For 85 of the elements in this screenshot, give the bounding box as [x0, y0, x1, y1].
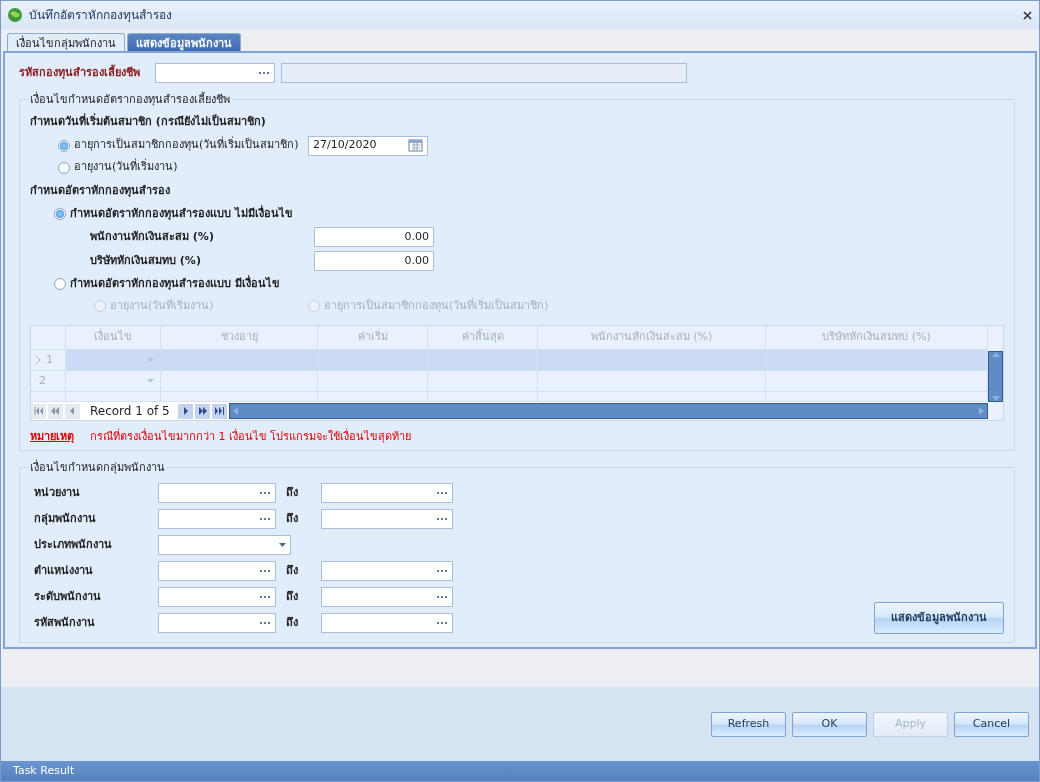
ellipsis-icon [259, 567, 271, 575]
ellipsis-icon [259, 593, 271, 601]
field-label: รหัสกองทุนสำรองเลี้ยงชีพ [19, 64, 141, 81]
field-label: ระดับพนักงาน [34, 588, 102, 605]
dropdown-arrow-icon [279, 543, 286, 547]
radio-label: อายุการเป็นสมาชิกกองทุน(วันที่เริ่มเป็นสมาชิก) [324, 297, 549, 314]
next-page-icon [197, 407, 207, 415]
tab[interactable]: เงื่อนไขกลุ่มพนักงาน [7, 33, 125, 51]
lookup-field[interactable] [158, 509, 276, 529]
radio-button[interactable] [58, 161, 70, 174]
calendar-icon [408, 138, 423, 153]
radio-button[interactable] [54, 278, 66, 290]
scroll-up-icon [991, 352, 1000, 357]
radio-label: กำหนดอัตราหักกองทุนสำรองแบบ มีเงื่อนไข [70, 275, 280, 292]
dropdown-arrow-icon [147, 379, 154, 383]
section-heading: กำหนดวันที่เริ่มต้นสมาชิก (กรณียังไม่เป็นสมาชิก) [30, 114, 267, 130]
field-label: รหัสพนักงาน [34, 614, 96, 631]
dialog-button[interactable]: OK [792, 711, 867, 737]
first-record-icon [34, 407, 43, 415]
lookup-field[interactable] [321, 509, 453, 529]
radio-label: อายุการเป็นสมาชิกกองทุน(วันที่เริ่มเป็นสมาชิก) [74, 137, 300, 154]
range-separator: ถึง [285, 510, 299, 527]
number-field[interactable]: 0.00 [314, 251, 434, 271]
field-label: บริษัทหักเงินสมทบ (%) [90, 252, 202, 269]
range-separator: ถึง [285, 588, 299, 605]
row-number-text: 1 [46, 351, 53, 368]
radio-button[interactable] [54, 208, 66, 220]
globe-icon [7, 7, 23, 23]
lookup-field[interactable] [321, 613, 453, 633]
previous-page-icon [51, 407, 60, 415]
close-icon [1022, 9, 1033, 21]
radio-label: อายุงาน(วันที่เริ่มงาน) [74, 159, 178, 176]
lookup-field[interactable] [158, 613, 276, 633]
ellipsis-icon [436, 619, 448, 627]
number-field[interactable]: 0.00 [314, 227, 434, 247]
range-separator: ถึง [285, 614, 299, 631]
date-field[interactable]: 27/10/2020 [308, 135, 428, 156]
record-counter: Record 1 of 5 [89, 403, 171, 420]
field-label: ประเภทพนักงาน [34, 536, 113, 553]
ellipsis-icon [436, 593, 448, 601]
field-label: พนักงานหักเงินสะสม (%) [90, 228, 215, 245]
date-value: 27/10/2020 [313, 137, 377, 154]
dialog-button[interactable]: Refresh [711, 711, 786, 737]
lookup-field[interactable] [158, 561, 276, 581]
note-text: กรณีที่ตรงเงื่อนไขมากกว่า 1 เงื่อนไข โปรแกรมจะใช้เงื่อนไขสุดท้าย [90, 429, 412, 445]
group-title: เงื่อนไขกำหนดกลุ่มพนักงาน [28, 460, 167, 477]
note-label: หมายเหตุ [30, 429, 74, 445]
ellipsis-icon [436, 489, 448, 497]
range-separator: ถึง [285, 562, 299, 579]
last-record-icon [214, 407, 224, 415]
ellipsis-icon [258, 69, 270, 77]
window-title: บันทึกอัตราหักกองทุนสำรอง [29, 7, 173, 24]
task-bar-title: Task Result [13, 762, 75, 779]
field-label: กลุ่มพนักงาน [34, 510, 97, 527]
lookup-field[interactable] [321, 561, 453, 581]
tab[interactable]: แสดงข้อมูลพนักงาน [127, 33, 241, 51]
field-label: ตำแหน่งงาน [34, 562, 94, 579]
range-separator: ถึง [285, 484, 299, 501]
scroll-right-icon [979, 407, 984, 415]
ellipsis-icon [259, 619, 271, 627]
show-employees-button[interactable]: แสดงข้อมูลพนักงาน [874, 602, 1004, 634]
previous-record-icon [68, 407, 77, 415]
lookup-field[interactable] [321, 587, 453, 607]
lookup-field[interactable] [321, 483, 453, 503]
ellipsis-icon [436, 515, 448, 523]
dropdown-field[interactable] [158, 535, 291, 555]
section-heading: กำหนดอัตราหักกองทุนสำรอง [30, 182, 171, 199]
lookup-field[interactable] [158, 587, 276, 607]
radio-label: อายุงาน(วันที่เริ่มงาน) [110, 297, 214, 314]
scroll-down-icon [991, 396, 1000, 401]
field-value: 0.00 [404, 252, 429, 269]
dialog-button[interactable]: Cancel [954, 711, 1029, 737]
row-pointer-icon [35, 355, 42, 365]
ellipsis-icon [436, 567, 448, 575]
radio-label: กำหนดอัตราหักกองทุนสำรองแบบ ไม่มีเงื่อนไข [70, 205, 293, 222]
row-number-text: 2 [39, 372, 46, 389]
field-value: 0.00 [404, 228, 429, 245]
lookup-field[interactable] [158, 483, 276, 503]
scroll-left-icon [232, 407, 238, 415]
field-label: หน่วยงาน [34, 484, 81, 501]
group-title: เงื่อนไขกำหนดอัตรากองทุนสำรองเลี้ยงชีพ [28, 92, 232, 109]
ellipsis-icon [259, 489, 271, 497]
ellipsis-icon [259, 515, 271, 523]
radio-button[interactable] [58, 139, 70, 152]
lookup-field[interactable] [155, 63, 275, 83]
